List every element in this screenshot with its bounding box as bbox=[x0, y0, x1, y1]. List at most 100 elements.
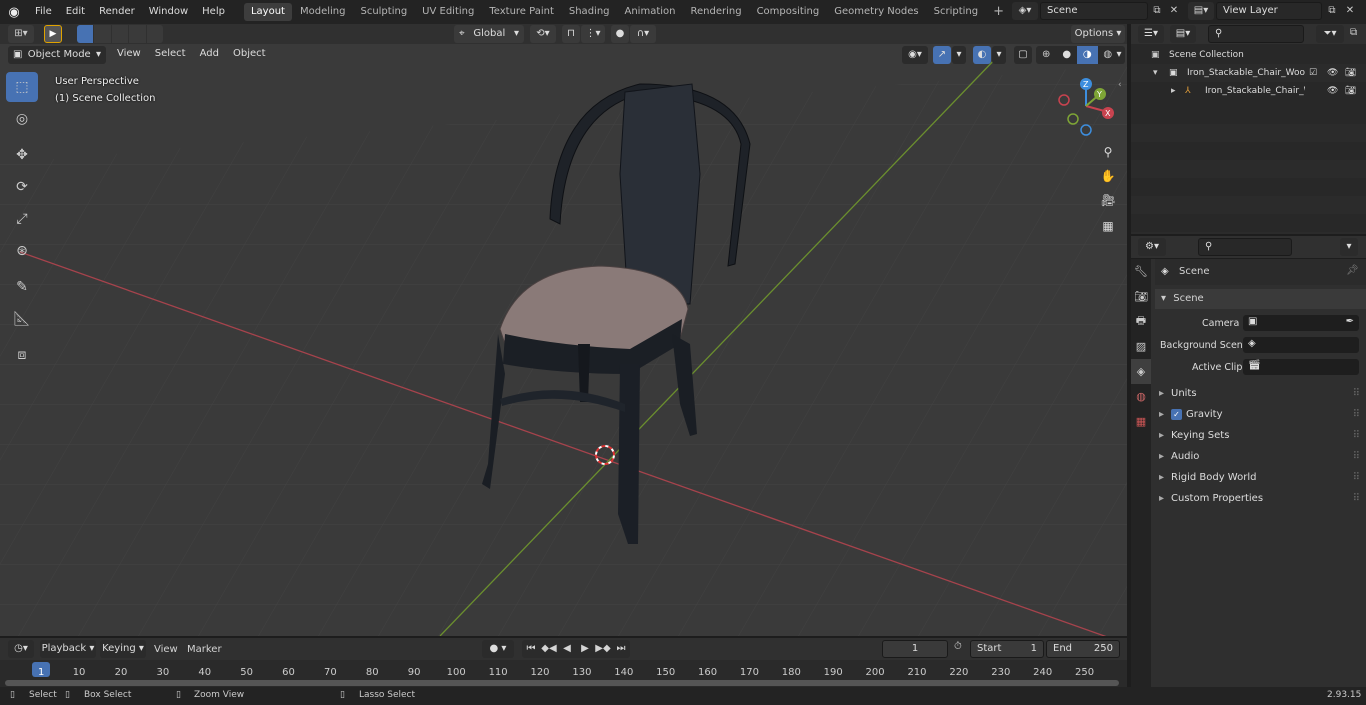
background-scene-field[interactable]: ◈ bbox=[1243, 337, 1359, 353]
eye-icon[interactable]: 👁︎ bbox=[1327, 64, 1338, 82]
render-tab-icon[interactable]: 📷︎ bbox=[1131, 284, 1151, 309]
new-scene-icon[interactable]: ⧉ bbox=[1149, 3, 1165, 19]
active-clip-field[interactable]: 🎬︎ bbox=[1243, 359, 1359, 375]
expand-arrow-icon[interactable]: ▸ bbox=[1171, 82, 1176, 100]
measure-tool-icon[interactable]: 📐︎ bbox=[6, 304, 38, 334]
viewport-menu-view[interactable]: View bbox=[110, 44, 148, 64]
rotate-tool-icon[interactable]: ⟳ bbox=[6, 172, 38, 202]
menu-edit[interactable]: Edit bbox=[59, 0, 92, 24]
play-reverse-icon[interactable]: ◀ bbox=[558, 640, 576, 658]
tab-shading[interactable]: Shading bbox=[562, 3, 617, 21]
jump-keyframe-prev-icon[interactable]: ◆◀ bbox=[540, 640, 558, 658]
eye-icon[interactable]: 👁︎ bbox=[1327, 82, 1338, 100]
perspective-toggle-icon[interactable]: ▦ bbox=[1097, 215, 1119, 237]
camera-icon[interactable]: 📷︎ bbox=[1345, 64, 1356, 82]
viewport-menu-object[interactable]: Object bbox=[226, 44, 273, 64]
drag-handle-icon[interactable]: ⠿ bbox=[1353, 468, 1360, 488]
transform-tool-icon[interactable]: ⊛ bbox=[6, 236, 38, 266]
3d-viewport[interactable]: ▣ Object Mode ▾ View Select Add Object ◉… bbox=[0, 44, 1127, 636]
scene-section-header[interactable]: ▾ Scene bbox=[1155, 289, 1366, 309]
tab-rendering[interactable]: Rendering bbox=[683, 3, 748, 21]
rigid-body-world-panel[interactable]: ▸ Rigid Body World ⠿ bbox=[1155, 468, 1362, 488]
tab-compositing[interactable]: Compositing bbox=[750, 3, 827, 21]
delete-view-layer-icon[interactable]: ✕ bbox=[1342, 3, 1358, 19]
drag-handle-icon[interactable]: ⠿ bbox=[1353, 405, 1360, 425]
tool-tab-icon[interactable]: 🔧︎ bbox=[1131, 259, 1151, 284]
scene-tab-icon[interactable]: ◈ bbox=[1131, 359, 1151, 384]
eyedropper-icon[interactable]: ✒ bbox=[1346, 316, 1354, 327]
shading-dropdown-icon[interactable]: ▾ bbox=[1113, 46, 1125, 64]
proportional-falloff-icon[interactable]: ∩▾ bbox=[630, 25, 656, 43]
proportional-edit-icon[interactable]: ● bbox=[611, 25, 629, 43]
properties-options-icon[interactable]: ▾ bbox=[1340, 238, 1358, 256]
snap-toggle-icon[interactable]: ⊓ bbox=[562, 25, 580, 43]
mode-dropdown[interactable]: ▣ Object Mode ▾ bbox=[8, 46, 106, 64]
units-panel[interactable]: ▸ Units ⠿ bbox=[1155, 384, 1362, 404]
tab-layout[interactable]: Layout bbox=[243, 3, 292, 21]
view-layer-browse-icon[interactable]: ▤▾ bbox=[1188, 2, 1214, 20]
tab-geometry-nodes[interactable]: Geometry Nodes bbox=[827, 3, 925, 21]
drag-handle-icon[interactable]: ⠿ bbox=[1353, 489, 1360, 509]
view-layer-field[interactable]: View Layer bbox=[1216, 2, 1322, 20]
display-mode-icon[interactable]: ▤▾ bbox=[1170, 25, 1196, 43]
pan-hand-icon[interactable]: ✋ bbox=[1097, 165, 1119, 187]
overlay-dropdown-icon[interactable]: ▾ bbox=[992, 46, 1006, 64]
timeline-marker-menu[interactable]: Marker bbox=[187, 644, 222, 655]
end-frame-field[interactable]: End 250 bbox=[1046, 640, 1120, 658]
stopwatch-icon[interactable]: ⏱ bbox=[954, 641, 970, 652]
gravity-checkbox[interactable]: ✓ bbox=[1171, 409, 1182, 420]
select-invert-icon[interactable] bbox=[129, 25, 146, 43]
select-extend-icon[interactable] bbox=[94, 25, 111, 43]
select-new-icon[interactable] bbox=[77, 25, 94, 43]
output-tab-icon[interactable]: 🖶︎ bbox=[1131, 309, 1151, 334]
outliner-row-scene-collection[interactable]: ▣ Scene Collection bbox=[1131, 46, 1366, 64]
texture-tab-icon[interactable]: ▦ bbox=[1131, 409, 1151, 434]
annotate-tool-icon[interactable]: ✎ bbox=[6, 272, 38, 302]
new-collection-icon[interactable]: ⧉ bbox=[1350, 27, 1357, 38]
filter-icon[interactable]: ⏷▾ bbox=[1316, 25, 1344, 43]
add-cube-tool-icon[interactable]: ⧈ bbox=[6, 340, 38, 370]
blender-logo-icon[interactable]: ◉ bbox=[0, 5, 28, 20]
editor-type-icon[interactable]: ⊞▾ bbox=[8, 25, 34, 43]
exclude-checkbox-icon[interactable]: ☑ bbox=[1309, 64, 1317, 82]
camera-view-icon[interactable]: 🎥︎ bbox=[1097, 189, 1119, 211]
outliner-search-input[interactable]: ⚲ bbox=[1208, 25, 1304, 43]
timeline-editor-type-icon[interactable]: ◷▾ bbox=[8, 640, 34, 658]
cursor-tool-icon[interactable]: ◎ bbox=[6, 104, 38, 134]
properties-editor-type-icon[interactable]: ⚙▾ bbox=[1138, 238, 1166, 256]
delete-scene-icon[interactable]: ✕ bbox=[1166, 3, 1182, 19]
outliner-row-collection[interactable]: ▾ ▣ Iron_Stackable_Chair_Wooden ☑ 👁︎ 📷︎ bbox=[1131, 64, 1366, 82]
transform-orientation-dropdown[interactable]: ⌖ Global ▾ bbox=[454, 25, 524, 43]
visibility-filter-icon[interactable]: ◉▾ bbox=[902, 46, 928, 64]
select-subtract-icon[interactable] bbox=[111, 25, 129, 43]
overlay-toggle-icon[interactable]: ◐ bbox=[973, 46, 991, 64]
keying-menu[interactable]: Keying ▾ bbox=[100, 640, 146, 658]
camera-field[interactable]: ▣ ✒ bbox=[1243, 315, 1359, 331]
scene-name-field[interactable]: Scene bbox=[1040, 2, 1148, 20]
play-icon[interactable]: ▶ bbox=[576, 640, 594, 658]
camera-icon[interactable]: 📷︎ bbox=[1345, 82, 1356, 100]
options-dropdown[interactable]: Options ▾ bbox=[1071, 25, 1125, 43]
jump-end-icon[interactable]: ⏭ bbox=[612, 640, 630, 658]
select-box-tool-icon[interactable]: ⬚ bbox=[6, 72, 38, 102]
tab-modeling[interactable]: Modeling bbox=[293, 3, 353, 21]
gizmo-toggle-icon[interactable]: ↗ bbox=[933, 46, 951, 64]
world-tab-icon[interactable]: ◍ bbox=[1131, 384, 1151, 409]
outliner-editor-type-icon[interactable]: ☰▾ bbox=[1138, 25, 1164, 43]
tab-sculpting[interactable]: Sculpting bbox=[353, 3, 414, 21]
current-frame-field[interactable]: 1 bbox=[882, 640, 948, 658]
active-tool-icon[interactable]: ▶ bbox=[44, 25, 62, 43]
xray-toggle-icon[interactable]: ▢ bbox=[1014, 46, 1032, 64]
material-shading-icon[interactable]: ◑ bbox=[1077, 46, 1098, 64]
expand-arrow-icon[interactable]: ▾ bbox=[1153, 64, 1158, 82]
audio-panel[interactable]: ▸ Audio ⠿ bbox=[1155, 447, 1362, 467]
playback-menu[interactable]: Playback ▾ bbox=[40, 640, 96, 658]
wireframe-shading-icon[interactable]: ⊕ bbox=[1036, 46, 1057, 64]
solid-shading-icon[interactable]: ● bbox=[1057, 46, 1078, 64]
menu-help[interactable]: Help bbox=[195, 0, 232, 24]
record-keyframe-icon[interactable]: ● ▾ bbox=[482, 640, 514, 658]
drag-handle-icon[interactable]: ⠿ bbox=[1353, 426, 1360, 446]
new-view-layer-icon[interactable]: ⧉ bbox=[1324, 3, 1340, 19]
keying-sets-panel[interactable]: ▸ Keying Sets ⠿ bbox=[1155, 426, 1362, 446]
zoom-icon[interactable]: ⚲ bbox=[1097, 141, 1119, 163]
